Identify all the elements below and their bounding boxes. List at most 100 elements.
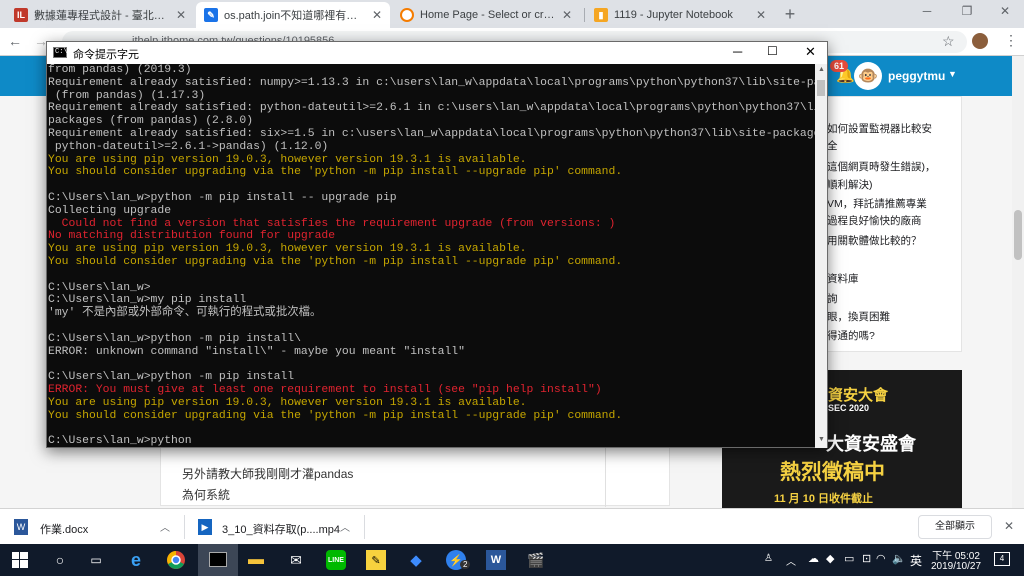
user-avatar[interactable]: 🐵 [854, 62, 882, 90]
cmd-title-bar[interactable]: C:\ 命令提示字元 ─ ☐ ✕ [47, 42, 827, 64]
sidebar-link[interactable]: 用關軟體做比較的？ [827, 233, 922, 248]
sidebar-link[interactable]: 詢 [827, 291, 838, 306]
action-center-icon[interactable]: 4 [994, 552, 1010, 566]
cmd-output[interactable]: from pandas) (2019.3) Requirement already… [47, 64, 815, 449]
cmd-line [48, 179, 815, 192]
cmd-line [48, 320, 815, 333]
clock-time[interactable]: 下午 05:02 [930, 547, 982, 562]
answer-line: 另外請教大師我剛剛才灌pandas [182, 467, 354, 481]
taskbar-active-cmd[interactable] [198, 544, 238, 576]
jupyter-favicon: ▮ [594, 8, 608, 22]
cmd-line: ERROR: unknown command "install\" - mayb… [48, 345, 465, 358]
cmd-line: You should consider upgrading via the 'p… [48, 255, 623, 268]
close-window-button[interactable]: ✕ [990, 4, 1020, 22]
search-icon[interactable]: ○ [50, 550, 70, 570]
people-icon[interactable]: ♙ [764, 553, 773, 564]
tab-0[interactable]: IL 數據蓮專程式設計 - 臺北醫學大學 ✕ [6, 2, 194, 28]
video-file-icon: ▶ [198, 519, 212, 535]
line-app-icon[interactable]: LINE [326, 550, 346, 570]
cmd-line: Requirement already satisfied: numpy>=1.… [48, 76, 815, 89]
banner-title: 資安大會 [828, 387, 889, 404]
dropbox-tray-icon[interactable]: ◆ [826, 552, 834, 565]
divider [184, 515, 185, 539]
dropbox-icon[interactable]: ◆ [406, 550, 426, 570]
downloads-bar: W 作業.docx ︿ ▶ 3_10_資料存取(p....mp4 ︿ 全部顯示 … [0, 508, 1024, 544]
back-arrow-icon[interactable]: ← [8, 33, 22, 49]
windows-start-icon[interactable] [10, 550, 30, 570]
download-item-name[interactable]: 3_10_資料存取(p....mp4 [222, 521, 340, 537]
chevron-up-icon[interactable]: ︿ [340, 519, 350, 534]
tab-title: os.path.join不知道哪裡有錯 - iT [224, 10, 366, 22]
tab-divider [584, 8, 585, 22]
chevron-up-icon[interactable]: ︿ [160, 519, 170, 534]
download-item-name[interactable]: 作業.docx [40, 521, 88, 537]
sidebar-link[interactable]: 如何設置監視器比較安 [827, 121, 932, 136]
minimize-button[interactable]: ─ [733, 44, 742, 59]
scrollbar-thumb[interactable] [817, 80, 825, 96]
battery-icon[interactable]: ▭ [844, 552, 854, 565]
sidebar-link[interactable]: 過程良好愉快的廠商 [827, 213, 922, 228]
cmd-icon: C:\ [53, 47, 68, 58]
close-icon[interactable]: ✕ [1004, 519, 1014, 533]
edge-icon[interactable]: e [126, 550, 146, 570]
file-explorer-icon[interactable]: ▬ [246, 550, 266, 570]
chevron-up-icon[interactable]: ︿ [786, 553, 796, 568]
close-tab-icon[interactable]: ✕ [372, 8, 382, 22]
tab-3[interactable]: ▮ 1119 - Jupyter Notebook ✕ [586, 2, 774, 28]
cmd-line: Requirement already satisfied: python-da… [48, 102, 815, 115]
command-prompt-window[interactable]: C:\ 命令提示字元 ─ ☐ ✕ from pandas) (2019.3) Re… [46, 41, 828, 448]
cmd-line: Requirement already satisfied: six>=1.5 … [48, 127, 815, 140]
sidebar-link[interactable]: 全 [827, 138, 838, 153]
chrome-icon[interactable] [166, 550, 186, 570]
profile-avatar[interactable] [972, 33, 988, 49]
sidebar-link[interactable]: 順利解決) [827, 177, 873, 192]
cmd-line: No matching distribution found for upgra… [48, 230, 336, 243]
sticky-notes-icon[interactable]: ✎ [366, 550, 386, 570]
close-tab-icon[interactable]: ✕ [176, 8, 186, 22]
show-all-downloads-button[interactable]: 全部顯示 [918, 515, 992, 539]
video-editor-icon[interactable]: 🎬 [526, 550, 546, 570]
bookmark-star-icon[interactable]: ☆ [942, 33, 955, 50]
cmd-line: python-dateutil>=2.6.1->pandas) (1.12.0) [48, 140, 329, 153]
cmd-line: You are using pip version 19.0.3, howeve… [48, 243, 527, 256]
cmd-title: 命令提示字元 [73, 49, 139, 61]
sidebar-link[interactable]: 眼，換頁困難 [827, 309, 890, 324]
cmd-scrollbar[interactable]: ▲ ▼ [815, 64, 827, 448]
close-tab-icon[interactable]: ✕ [756, 8, 766, 22]
tab-2[interactable]: Home Page - Select or create a ✕ [392, 2, 580, 28]
cmd-line: You are using pip version 19.0.3, howeve… [48, 153, 527, 166]
tab-title: 1119 - Jupyter Notebook [614, 9, 733, 21]
wifi-icon[interactable]: ◠ [876, 552, 886, 565]
mail-icon[interactable]: ✉ [286, 550, 306, 570]
mobility-icon[interactable]: ⊡ [862, 552, 871, 565]
task-view-icon[interactable]: ▭ [86, 550, 106, 570]
onedrive-icon[interactable]: ☁ [808, 552, 819, 565]
page-scrollbar[interactable] [1012, 56, 1024, 508]
username-label[interactable]: peggytmu [888, 69, 945, 83]
minimize-button[interactable]: ─ [912, 4, 942, 22]
messenger-badge: 2 [460, 560, 471, 569]
clock-date[interactable]: 2019/10/27 [926, 561, 986, 572]
sidebar-link[interactable]: 得通的嗎? [827, 328, 875, 343]
tab-1[interactable]: ✎ os.path.join不知道哪裡有錯 - iT ✕ [196, 2, 390, 28]
menu-kebab-icon[interactable]: ⋮ [1004, 32, 1018, 49]
close-tab-icon[interactable]: ✕ [562, 8, 572, 22]
browser-tab-strip: IL 數據蓮專程式設計 - 臺北醫學大學 ✕ ✎ os.path.join不知道… [0, 0, 1024, 28]
sidebar-link[interactable]: VM，拜託請推薦專業 [827, 196, 927, 211]
scroll-down-icon[interactable]: ▼ [818, 436, 825, 443]
scroll-up-icon[interactable]: ▲ [818, 66, 825, 73]
sidebar-link[interactable]: 資料庫 [827, 271, 859, 286]
chevron-down-icon[interactable]: ▼ [948, 69, 957, 79]
taskbar: ○ ▭ e ▬ ✉ LINE ✎ ◆ ⚡ 2 W 🎬 ♙ ︿ ☁ ◆ ▭ ⊡ ◠… [0, 544, 1024, 576]
scrollbar-thumb[interactable] [1014, 210, 1022, 260]
divider [364, 515, 365, 539]
sidebar-link[interactable]: 這個網頁時發生錯誤)， [827, 159, 936, 174]
input-method-indicator[interactable]: 英 [910, 552, 922, 569]
notification-count: 4 [999, 554, 1005, 563]
restore-button[interactable]: ❐ [952, 4, 982, 22]
word-icon[interactable]: W [486, 550, 506, 570]
maximize-button[interactable]: ☐ [767, 44, 778, 58]
new-tab-button[interactable]: + [780, 4, 800, 24]
close-button[interactable]: ✕ [805, 44, 816, 60]
speaker-icon[interactable]: 🔈 [892, 552, 906, 565]
